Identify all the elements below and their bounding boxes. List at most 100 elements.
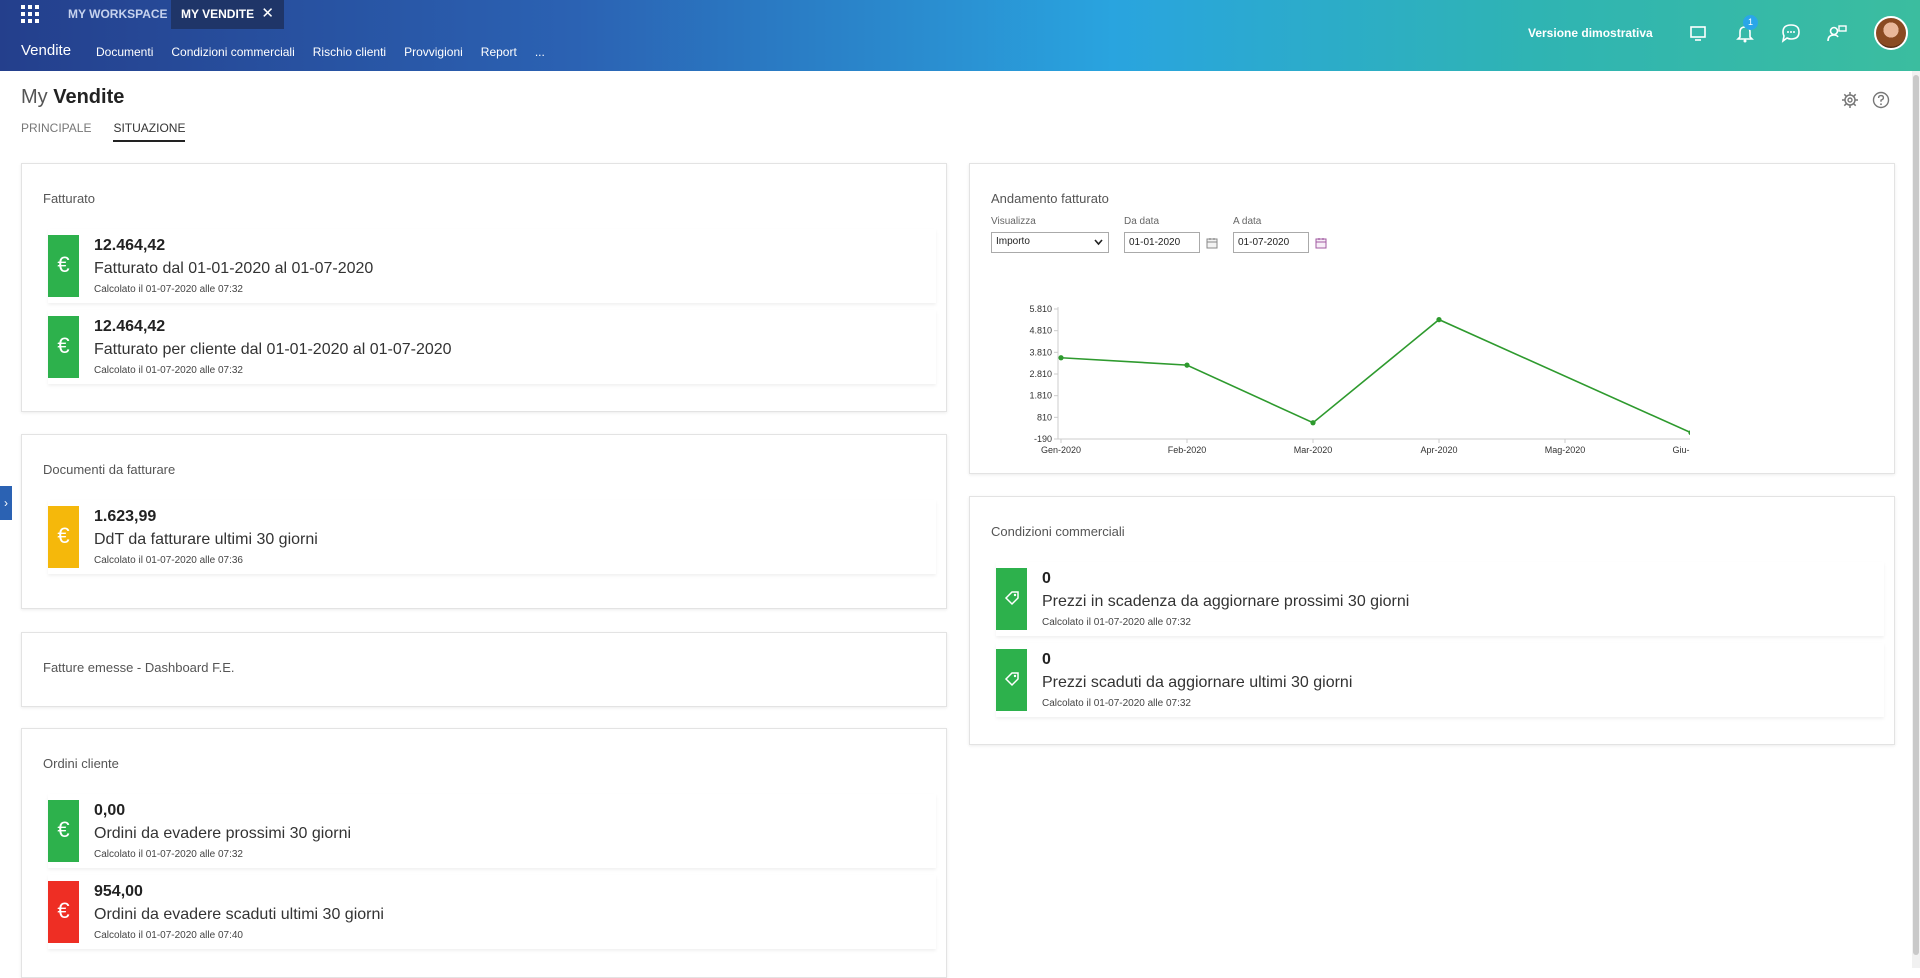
euro-icon: €: [48, 506, 79, 568]
euro-icon: €: [48, 235, 79, 297]
y-tick-label: -190: [1034, 434, 1052, 444]
card-fatture-emesse: Fatture emesse - Dashboard F.E.: [21, 632, 947, 707]
kpi-description: Ordini da evadere prossimi 30 giorni: [94, 825, 352, 842]
kpi-item[interactable]: € 12.464,42 Fatturato per cliente dal 01…: [48, 310, 936, 384]
card-title: Ordini cliente: [43, 756, 119, 771]
kpi-item[interactable]: € 954,00 Ordini da evadere scaduti ultim…: [48, 875, 936, 949]
kpi-description: Ordini da evadere scaduti ultimi 30 gior…: [94, 906, 384, 923]
data-point: [1184, 362, 1190, 368]
apps-grid-icon[interactable]: [21, 5, 39, 23]
card-andamento-fatturato: Andamento fatturato Visualizza Importo D…: [969, 163, 1895, 474]
page-title: My Vendite: [21, 86, 124, 109]
euro-icon: €: [48, 800, 79, 862]
notification-badge: 1: [1743, 15, 1758, 30]
card-condizioni-commerciali: Condizioni commerciali 0 Prezzi in scade…: [969, 496, 1895, 745]
a-data-label: A data: [1233, 216, 1262, 227]
y-tick-label: 5.810: [1029, 304, 1052, 314]
kpi-value: 12.464,42: [94, 318, 166, 335]
series-line: [1060, 318, 1690, 434]
menu-item-rischio-clienti[interactable]: Rischio clienti: [313, 45, 386, 59]
card-title: Fatture emesse - Dashboard F.E.: [43, 660, 235, 675]
kpi-value: 0,00: [94, 802, 126, 819]
y-tick-label: 4.810: [1029, 326, 1052, 336]
avatar[interactable]: [1874, 16, 1908, 50]
kpi-item[interactable]: € 12.464,42 Fatturato dal 01-01-2020 al …: [48, 229, 936, 303]
card-title: Fatturato: [43, 191, 96, 206]
x-tick-label: Giu-2020: [1672, 445, 1690, 455]
menu-item-report[interactable]: Report: [481, 45, 517, 59]
kpi-description: Fatturato per cliente dal 01-01-2020 al …: [94, 341, 452, 358]
menu-item-provvigioni[interactable]: Provvigioni: [404, 45, 463, 59]
visualizza-label: Visualizza: [991, 216, 1036, 227]
card-title: Andamento fatturato: [991, 191, 1109, 206]
help-icon[interactable]: [1872, 91, 1890, 109]
kpi-item[interactable]: € 0,00 Ordini da evadere prossimi 30 gio…: [48, 794, 936, 868]
kpi-calculated: Calcolato il 01-07-2020 alle 07:40: [94, 930, 243, 941]
kpi-item[interactable]: 0 Prezzi scaduti da aggiornare ultimi 30…: [996, 643, 1884, 717]
kpi-value: 954,00: [94, 883, 143, 900]
kpi-item[interactable]: € 1.623,99 DdT da fatturare ultimi 30 gi…: [48, 500, 936, 574]
kpi-value: 1.623,99: [94, 508, 157, 525]
data-point: [1310, 420, 1316, 426]
top-bar: MY WORKSPACE MY VENDITE ✕ Vendite Docume…: [0, 0, 1920, 71]
sidebar-toggle[interactable]: ›: [0, 486, 12, 520]
module-title[interactable]: Vendite: [21, 42, 71, 59]
tab-my-vendite-label: MY VENDITE: [181, 7, 255, 21]
x-tick-label: Feb-2020: [1168, 445, 1207, 455]
visualizza-value: Importo: [996, 236, 1030, 247]
demo-version-label: Versione dimostrativa: [1528, 26, 1653, 40]
card-title: Documenti da fatturare: [43, 462, 176, 477]
kpi-calculated: Calcolato il 01-07-2020 alle 07:36: [94, 555, 243, 566]
card-documenti-da-fatturare: Documenti da fatturare € 1.623,99 DdT da…: [21, 434, 947, 609]
scrollbar-thumb[interactable]: [1913, 75, 1919, 955]
kpi-description: Fatturato dal 01-01-2020 al 01-07-2020: [94, 260, 374, 277]
kpi-description: DdT da fatturare ultimi 30 giorni: [94, 531, 318, 548]
y-tick-label: 2.810: [1029, 369, 1052, 379]
page-title-prefix: My: [21, 86, 48, 108]
page-title-main: Vendite: [53, 86, 125, 108]
euro-icon: €: [48, 316, 79, 378]
x-tick-label: Apr-2020: [1420, 445, 1457, 455]
visualizza-select[interactable]: Importo: [991, 232, 1109, 253]
menu-item-more[interactable]: ...: [535, 45, 545, 59]
gear-icon[interactable]: [1841, 91, 1859, 109]
y-tick-label: 810: [1037, 412, 1052, 422]
price-tag-icon: [996, 649, 1027, 711]
tab-situazione[interactable]: SITUAZIONE: [113, 121, 186, 142]
kpi-description: Prezzi in scadenza da aggiornare prossim…: [1042, 593, 1410, 610]
kpi-value: 0: [1042, 651, 1051, 668]
monitor-icon[interactable]: [1687, 22, 1709, 44]
x-tick-label: Mag-2020: [1545, 445, 1586, 455]
chat-icon[interactable]: [1780, 22, 1802, 44]
calendar-icon[interactable]: [1315, 237, 1327, 249]
kpi-value: 12.464,42: [94, 237, 166, 254]
data-point: [1058, 355, 1064, 361]
card-title: Condizioni commerciali: [991, 524, 1125, 539]
card-fatturato: Fatturato € 12.464,42 Fatturato dal 01-0…: [21, 163, 947, 412]
menu-item-documenti[interactable]: Documenti: [96, 45, 153, 59]
kpi-value: 0: [1042, 570, 1051, 587]
menu-item-condizioni-commerciali[interactable]: Condizioni commerciali: [171, 45, 294, 59]
users-search-icon[interactable]: [1826, 22, 1848, 44]
chevron-down-icon: [1094, 239, 1103, 246]
tab-principale[interactable]: PRINCIPALE: [21, 121, 91, 142]
y-tick-label: 1.810: [1029, 391, 1052, 401]
page-tabs: PRINCIPALE SITUAZIONE: [21, 121, 207, 142]
kpi-calculated: Calcolato il 01-07-2020 alle 07:32: [94, 849, 243, 860]
y-tick-label: 3.810: [1029, 347, 1052, 357]
euro-icon: €: [48, 881, 79, 943]
kpi-calculated: Calcolato il 01-07-2020 alle 07:32: [94, 365, 243, 376]
close-icon[interactable]: ✕: [261, 0, 274, 28]
kpi-calculated: Calcolato il 01-07-2020 alle 07:32: [94, 284, 243, 295]
a-data-input[interactable]: 01-07-2020: [1233, 232, 1309, 253]
scrollbar[interactable]: [1912, 71, 1920, 968]
tab-my-workspace[interactable]: MY WORKSPACE: [58, 0, 178, 29]
kpi-calculated: Calcolato il 01-07-2020 alle 07:32: [1042, 698, 1191, 709]
price-tag-icon: [996, 568, 1027, 630]
kpi-item[interactable]: 0 Prezzi in scadenza da aggiornare pross…: [996, 562, 1884, 636]
kpi-calculated: Calcolato il 01-07-2020 alle 07:32: [1042, 617, 1191, 628]
revenue-line-chart: 5.810 4.810 3.810 2.810 1.810 810 -190Gen-2020…: [1029, 304, 1690, 455]
tab-my-vendite[interactable]: MY VENDITE ✕: [171, 0, 284, 29]
calendar-icon[interactable]: [1206, 237, 1218, 249]
da-data-input[interactable]: 01-01-2020: [1124, 232, 1200, 253]
